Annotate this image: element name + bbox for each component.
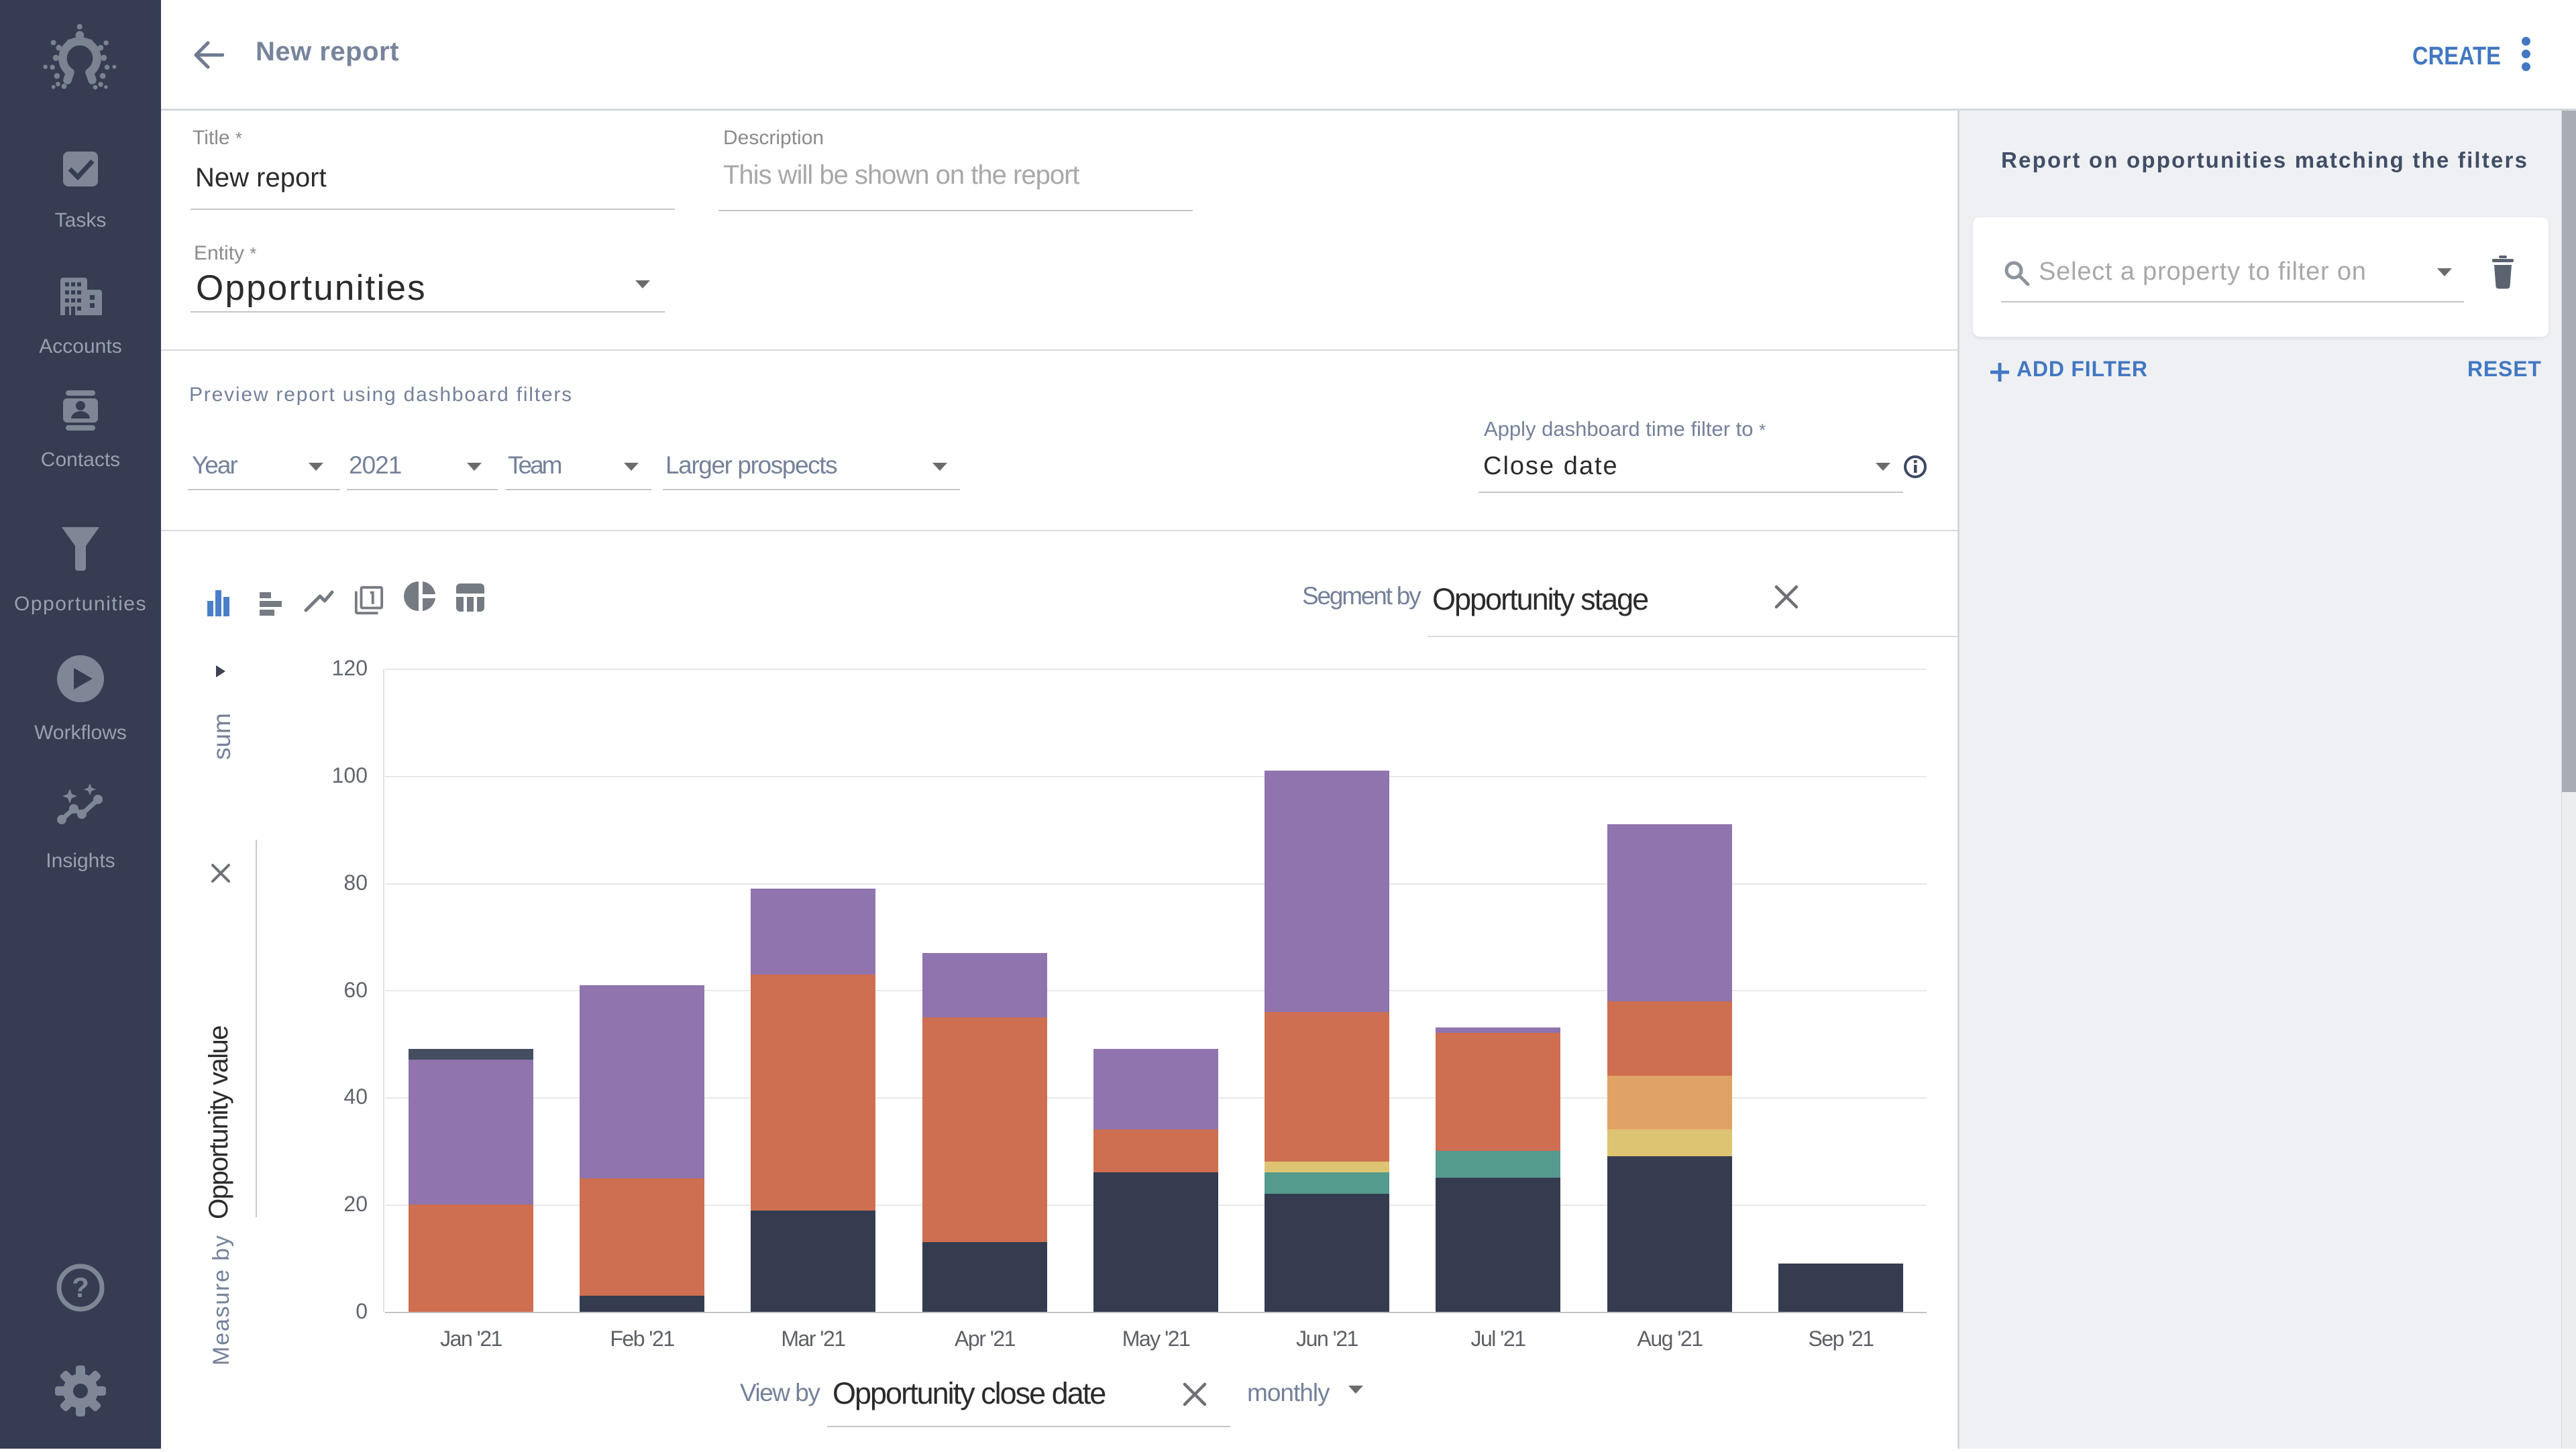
svg-text:?: ? [72,1272,89,1303]
